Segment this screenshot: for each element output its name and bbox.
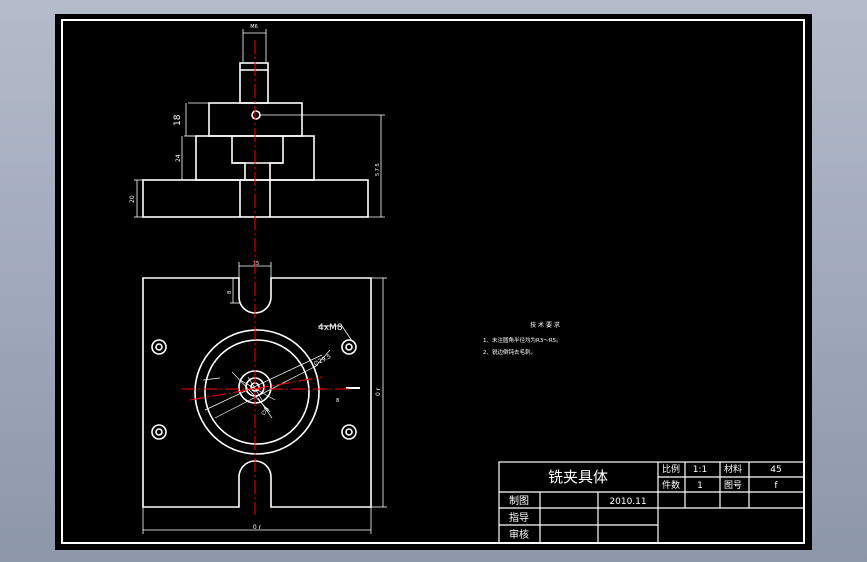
thread-dim-label: M6 — [250, 24, 258, 30]
scale-label: 比例 — [662, 463, 680, 475]
part-name: 铣夹具体 — [548, 468, 608, 486]
plan-width-label: 0 r — [253, 524, 262, 531]
review-label: 审核 — [509, 528, 529, 541]
quantity-label: 件数 — [662, 479, 680, 491]
material-label: 材料 — [724, 463, 742, 475]
notes-title: 技 术 要 求 — [530, 321, 560, 329]
scale-value: 1:1 — [693, 465, 707, 475]
holes-callout-label: 4xM8 — [318, 323, 343, 333]
note-item-2: 2、锐边倒钝去毛刺。 — [483, 348, 536, 356]
height-20-label: 20 — [129, 195, 136, 203]
height-18-label: 18 — [173, 114, 183, 126]
cad-drawing-canvas: M6 18 24 20 5 7 5 15 8 4xM8 0 r 0 r ∅29.… — [55, 14, 812, 550]
drawing-number-label: 图号 — [724, 480, 742, 491]
quantity-value: 1 — [697, 481, 703, 491]
drawing-date: 2010.11 — [609, 497, 646, 507]
angle-label: 8 — [336, 398, 339, 404]
drawn-by-label: 制图 — [509, 494, 529, 507]
note-item-1: 1、未注圆角半径均为R3～R5。 — [483, 336, 562, 344]
plan-height-label: 0 r — [375, 387, 382, 396]
slot-width-label: 15 — [253, 261, 259, 267]
guide-label: 指导 — [509, 511, 529, 524]
material-value: 45 — [770, 465, 781, 475]
total-height-label: 5 7 5 — [375, 163, 381, 176]
slot-depth-label: 8 — [227, 291, 233, 294]
height-24-label: 24 — [175, 154, 182, 162]
